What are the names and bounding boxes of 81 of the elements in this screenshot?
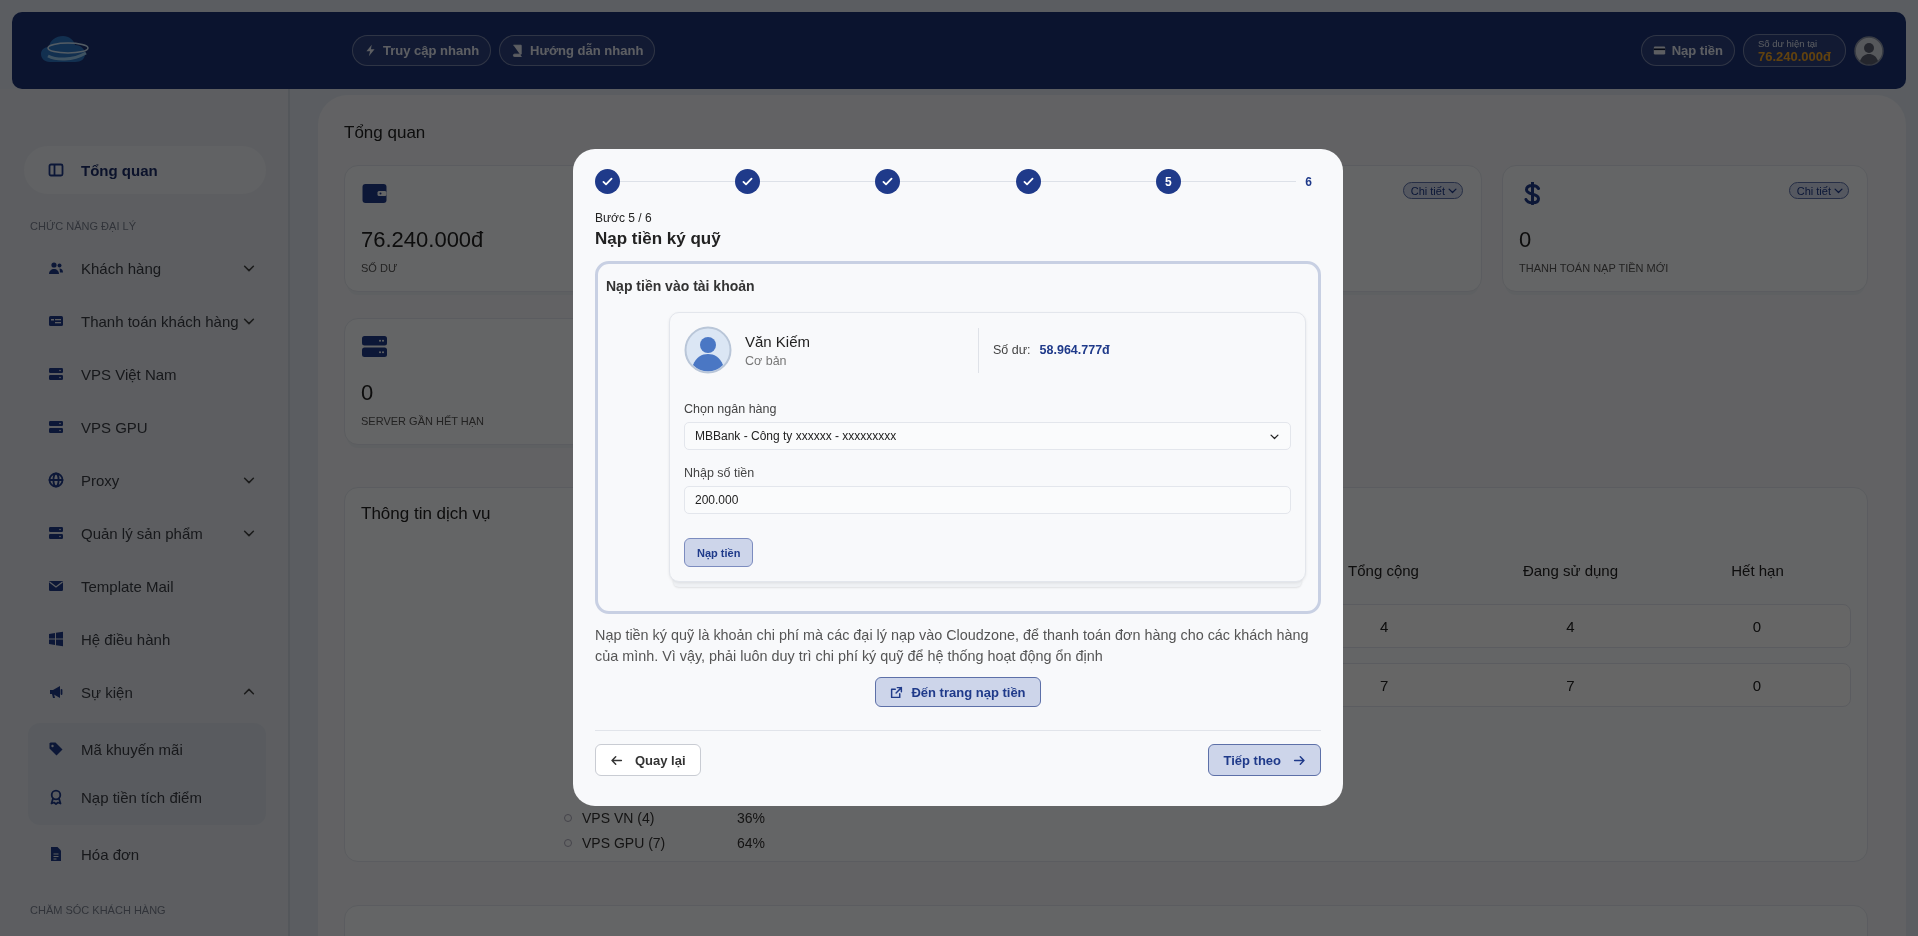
legend-value: 64% xyxy=(737,835,766,851)
wallet-icon xyxy=(361,182,388,205)
bolt-icon xyxy=(364,44,377,57)
next-button[interactable]: Tiếp theo xyxy=(1208,744,1321,776)
table-cell-text: 0 xyxy=(1751,676,1762,694)
sidebar-item[interactable]: Hệ điều hành xyxy=(24,615,266,663)
panel-title: Nạp tiền vào tài khoản xyxy=(606,278,756,296)
id-card-icon xyxy=(48,313,64,329)
column-header: Tổng cộng xyxy=(1347,562,1420,581)
layout-icon xyxy=(48,162,64,178)
avatar[interactable] xyxy=(1854,35,1884,66)
sidebar-item[interactable]: Hóa đơn xyxy=(24,830,266,878)
users-icon xyxy=(48,260,64,276)
user-role-label: Cơ bản xyxy=(745,353,788,368)
check-icon xyxy=(1021,175,1035,188)
back-button[interactable]: Quay lại xyxy=(595,744,701,776)
step-indicator: 5 xyxy=(1155,169,1181,194)
legend-label: VPS GPU (7) xyxy=(582,835,667,851)
stat-value: 76.240.000đ xyxy=(361,227,484,253)
balance-value: 76.240.000đ xyxy=(1758,48,1831,64)
arrow-left-icon xyxy=(610,753,623,767)
detail-button[interactable]: Chi tiết xyxy=(1788,182,1849,199)
windows-icon xyxy=(48,631,64,647)
detail-button[interactable]: Chi tiết xyxy=(1402,182,1463,199)
balance-value: 58.964.777đ xyxy=(1039,343,1110,357)
table-cell-text: 0 xyxy=(1751,617,1762,635)
legend-value: 36% xyxy=(737,810,766,826)
tag-icon xyxy=(48,741,64,757)
check-icon xyxy=(741,175,755,188)
stat-value: 0 xyxy=(1519,227,1532,253)
bank-select[interactable]: MBBank - Công ty xxxxxx - xxxxxxxxx xyxy=(684,422,1291,450)
sidebar-item[interactable]: Template Mail xyxy=(24,562,266,610)
sidebar-item[interactable]: Khách hàng xyxy=(24,244,266,292)
user-name: Văn Kiếm xyxy=(745,332,812,350)
globe-icon xyxy=(48,472,64,488)
step-caption: Bước 5 / 6 xyxy=(595,211,653,226)
server-icon xyxy=(48,525,64,541)
table-cell-text: 7 xyxy=(1379,676,1390,694)
sidebar-item[interactable]: Proxy xyxy=(24,456,266,504)
award-icon xyxy=(48,789,64,805)
megaphone-icon xyxy=(48,684,64,700)
stat-label: SỐ DƯ xyxy=(361,262,398,274)
stat-label: THANH TOÁN NẠP TIỀN MỚI xyxy=(1519,262,1669,274)
sidebar-item[interactable]: Thanh toán khách hàng xyxy=(24,297,266,345)
external-link-icon xyxy=(890,685,904,699)
balance-label: Số dư: xyxy=(993,343,1031,357)
sidebar-item[interactable]: VPS Việt Nam xyxy=(24,350,266,398)
amount-field[interactable]: 200.000 xyxy=(684,486,1291,514)
check-icon xyxy=(881,175,895,188)
page-title: Tổng quan xyxy=(344,123,427,144)
server-icon xyxy=(48,419,64,435)
table-cell-text: 7 xyxy=(1565,676,1576,694)
check-icon xyxy=(601,175,614,188)
server-icon xyxy=(361,335,388,358)
stat-value: 0 xyxy=(361,380,374,406)
modal-title: Nạp tiền ký quỹ xyxy=(595,229,722,250)
sidebar-item[interactable]: VPS GPU xyxy=(24,403,266,451)
step-indicator: 6 xyxy=(1304,173,1313,191)
column-header: Hết hạn xyxy=(1730,562,1785,581)
envelope-icon xyxy=(48,578,64,594)
server-icon xyxy=(48,366,64,382)
sidebar-item[interactable]: Sự kiện xyxy=(24,668,266,716)
description-text: Nạp tiền ký quỹ là khoản chi phí mà các đại lý nạp vào Cloudzone, để thanh toán đơn hàng cho các khách hàng của mình. Vì vậy, phải luôn duy trì chi phí ký quỹ để hệ thống hoạt động ổn định xyxy=(595,626,1310,666)
legend-label: VPS VN (4) xyxy=(582,810,656,826)
panel-title: Thông tin dịch vụ xyxy=(361,504,492,525)
avatar xyxy=(684,326,732,374)
sidebar-item[interactable]: Nạp tiền tích điểm xyxy=(28,773,266,821)
sidebar-item[interactable]: Mã khuyến mãi xyxy=(28,725,266,773)
sidebar-item[interactable]: Tổng quan xyxy=(24,146,266,194)
field-label: Chọn ngân hàng xyxy=(684,402,778,418)
arrow-right-icon xyxy=(1293,753,1306,767)
sidebar-item[interactable]: Quản lý sản phẩm xyxy=(24,509,266,557)
document-icon xyxy=(48,846,64,862)
table-cell-text: 4 xyxy=(1565,617,1576,635)
field-label: Nhập số tiền xyxy=(684,466,756,482)
table-cell-text: 4 xyxy=(1379,617,1390,635)
card-icon xyxy=(1652,44,1666,57)
deposit-button[interactable]: Nạp tiền xyxy=(684,538,754,567)
column-header: Đang sử dụng xyxy=(1521,562,1620,581)
deposit-page-button[interactable]: Đến trang nạp tiền xyxy=(875,677,1041,707)
stat-label: SERVER GẦN HẾT HẠN xyxy=(361,415,485,427)
